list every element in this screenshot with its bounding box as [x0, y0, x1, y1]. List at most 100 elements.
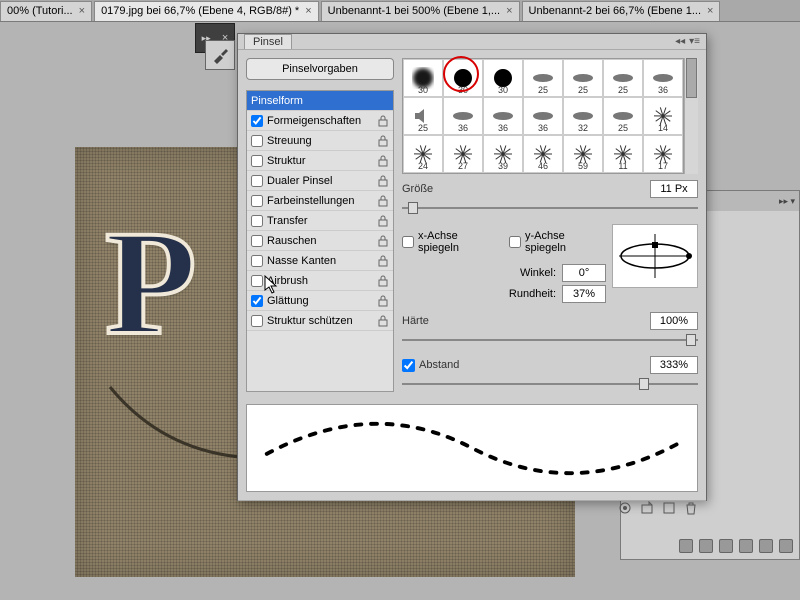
option-checkbox[interactable]: [251, 195, 263, 207]
option-checkbox[interactable]: [251, 315, 263, 327]
lock-icon[interactable]: [377, 175, 389, 187]
option-checkbox[interactable]: [251, 235, 263, 247]
brush-option-list: PinselformFormeigenschaftenStreuungStruk…: [246, 90, 394, 392]
lock-icon[interactable]: [377, 155, 389, 167]
lock-icon[interactable]: [377, 275, 389, 287]
close-icon[interactable]: ×: [506, 5, 512, 17]
lock-icon[interactable]: [377, 315, 389, 327]
hardness-slider[interactable]: [402, 332, 698, 348]
dock-icon[interactable]: [759, 539, 773, 553]
brush-thumbnail[interactable]: 39: [483, 135, 523, 173]
option-checkbox[interactable]: [251, 175, 263, 187]
option-label: Farbeinstellungen: [267, 195, 354, 207]
brush-thumbnail[interactable]: 17: [643, 135, 683, 173]
document-tabs: 00% (Tutori...×0179.jpg bei 66,7% (Ebene…: [0, 0, 800, 22]
size-slider[interactable]: [402, 200, 698, 216]
spacing-slider[interactable]: [402, 376, 698, 392]
option-label: Dualer Pinsel: [267, 175, 332, 187]
brush-thumbnail[interactable]: 30: [483, 59, 523, 97]
brush-option-row[interactable]: Struktur: [247, 151, 393, 171]
brush-thumbnail[interactable]: 11: [603, 135, 643, 173]
spacing-value[interactable]: 333%: [650, 356, 698, 374]
brush-panel: Pinsel ◂◂ ▾≡ Pinselvorgaben Pinselform Fo…: [237, 33, 707, 501]
option-checkbox[interactable]: [251, 275, 263, 287]
brush-thumbnail[interactable]: 24: [403, 135, 443, 173]
size-value[interactable]: 11 Px: [650, 180, 698, 198]
brush-tool-icon[interactable]: [205, 40, 235, 70]
brush-thumbnail[interactable]: 32: [563, 97, 603, 135]
angle-value[interactable]: 0°: [562, 264, 606, 282]
panel-menu-icon[interactable]: ▾≡: [689, 36, 700, 47]
brush-thumbnail[interactable]: 30: [443, 59, 483, 97]
dock-icon[interactable]: [779, 539, 793, 553]
option-checkbox[interactable]: [251, 135, 263, 147]
brush-option-row[interactable]: Rauschen: [247, 231, 393, 251]
brush-thumbnail[interactable]: 25: [403, 97, 443, 135]
brush-thumbnail[interactable]: 14: [643, 97, 683, 135]
dock-icon[interactable]: [719, 539, 733, 553]
option-label: Rauschen: [267, 235, 317, 247]
brush-option-row[interactable]: Pinselform: [247, 91, 393, 111]
hardness-value[interactable]: 100%: [650, 312, 698, 330]
brush-thumbnail[interactable]: 36: [643, 59, 683, 97]
option-label: Formeigenschaften: [267, 115, 361, 127]
brush-option-row[interactable]: Nasse Kanten: [247, 251, 393, 271]
option-checkbox[interactable]: [251, 215, 263, 227]
toggle-preview-icon[interactable]: [618, 501, 632, 515]
dock-icon[interactable]: [699, 539, 713, 553]
lock-icon[interactable]: [377, 215, 389, 227]
new-preset-icon[interactable]: [640, 501, 654, 515]
document-tab[interactable]: Unbenannt-2 bei 66,7% (Ebene 1...×: [522, 1, 721, 21]
panel-tab-pinsel[interactable]: Pinsel: [244, 34, 292, 49]
brush-thumbnail[interactable]: 46: [523, 135, 563, 173]
panel-collapse-icon[interactable]: ◂◂: [675, 36, 685, 47]
brush-option-row[interactable]: Streuung: [247, 131, 393, 151]
brush-thumbnail[interactable]: 25: [523, 59, 563, 97]
close-icon[interactable]: ×: [305, 5, 311, 17]
lock-icon[interactable]: [377, 255, 389, 267]
dock-icon[interactable]: [739, 539, 753, 553]
brush-thumbnail[interactable]: 30: [403, 59, 443, 97]
brush-option-row[interactable]: Airbrush: [247, 271, 393, 291]
brush-grid-scrollbar[interactable]: [684, 58, 698, 174]
brush-thumbnail[interactable]: 25: [563, 59, 603, 97]
close-icon[interactable]: ×: [79, 5, 85, 17]
document-tab[interactable]: Unbenannt-1 bei 500% (Ebene 1,...×: [321, 1, 520, 21]
brush-option-row[interactable]: Transfer: [247, 211, 393, 231]
brush-thumbnail[interactable]: 36: [483, 97, 523, 135]
lock-icon[interactable]: [377, 135, 389, 147]
brush-option-row[interactable]: Struktur schützen: [247, 311, 393, 331]
brush-thumbnail-grid[interactable]: 3030302525253625363636322514242739465911…: [402, 58, 684, 174]
panel-titlebar[interactable]: Pinsel ◂◂ ▾≡: [238, 34, 706, 50]
document-tab[interactable]: 00% (Tutori...×: [0, 1, 92, 21]
lock-icon[interactable]: [377, 115, 389, 127]
lock-icon[interactable]: [377, 295, 389, 307]
flip-y-checkbox[interactable]: [509, 236, 521, 248]
brush-thumbnail[interactable]: 59: [563, 135, 603, 173]
brush-option-row[interactable]: Formeigenschaften: [247, 111, 393, 131]
trash-icon[interactable]: [684, 501, 698, 515]
roundness-value[interactable]: 37%: [562, 285, 606, 303]
brush-presets-button[interactable]: Pinselvorgaben: [246, 58, 394, 80]
brush-thumbnail[interactable]: 25: [603, 59, 643, 97]
dock-icon[interactable]: [679, 539, 693, 553]
lock-icon[interactable]: [377, 195, 389, 207]
flip-x-checkbox[interactable]: [402, 236, 414, 248]
option-checkbox[interactable]: [251, 255, 263, 267]
document-tab[interactable]: 0179.jpg bei 66,7% (Ebene 4, RGB/8#) *×: [94, 1, 319, 21]
spacing-checkbox[interactable]: [402, 359, 415, 372]
brush-option-row[interactable]: Farbeinstellungen: [247, 191, 393, 211]
lock-icon[interactable]: [377, 235, 389, 247]
brush-thumbnail[interactable]: 27: [443, 135, 483, 173]
brush-thumbnail[interactable]: 36: [443, 97, 483, 135]
angle-roundness-widget[interactable]: [612, 224, 698, 288]
option-checkbox[interactable]: [251, 115, 263, 127]
brush-option-row[interactable]: Dualer Pinsel: [247, 171, 393, 191]
create-brush-icon[interactable]: [662, 501, 676, 515]
close-icon[interactable]: ×: [707, 5, 713, 17]
option-checkbox[interactable]: [251, 155, 263, 167]
brush-thumbnail[interactable]: 36: [523, 97, 563, 135]
option-checkbox[interactable]: [251, 295, 263, 307]
brush-thumbnail[interactable]: 25: [603, 97, 643, 135]
brush-option-row[interactable]: Glättung: [247, 291, 393, 311]
